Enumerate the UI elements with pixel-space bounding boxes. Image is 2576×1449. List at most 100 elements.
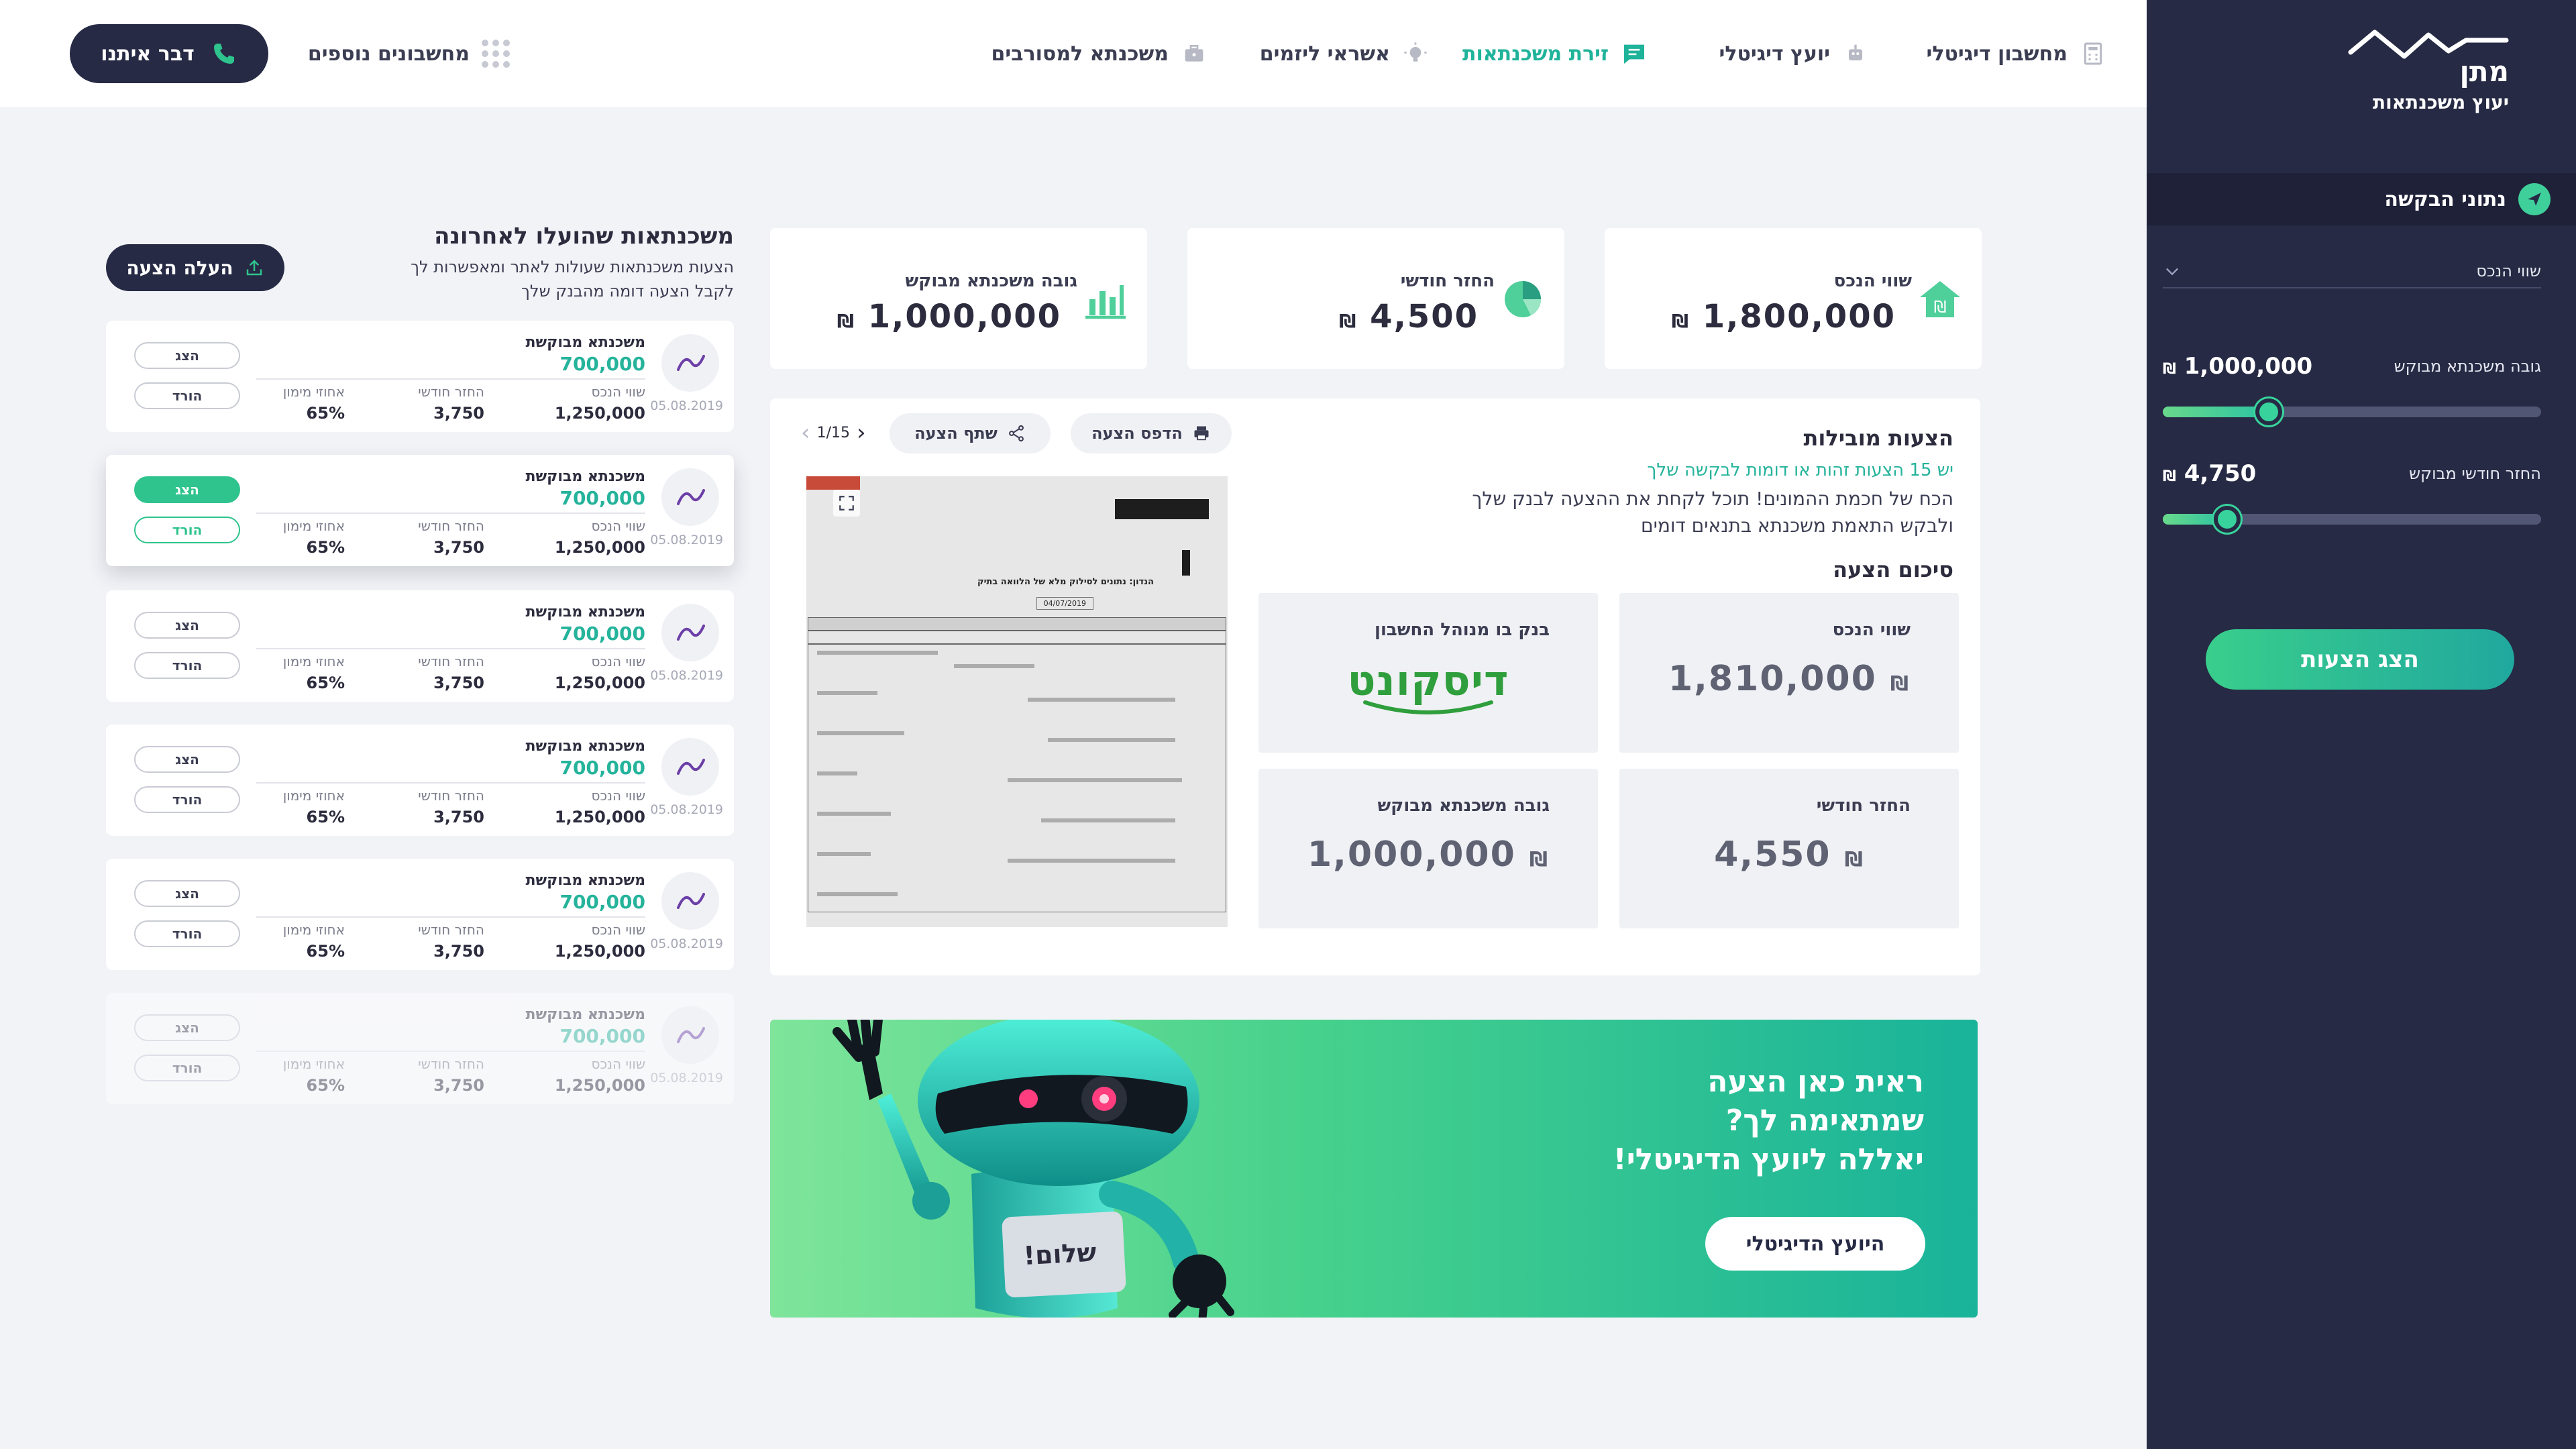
bank-logo-icon: [661, 604, 719, 661]
stat-label: החזר חודשי: [1400, 271, 1495, 291]
print-offer-button[interactable]: הדפס הצעה: [1071, 413, 1232, 453]
card-title: משכנתא מבוקשת: [525, 468, 645, 485]
offer-document-preview[interactable]: הנדון: נתונים לסילוק מלא של הלוואה בתיק …: [806, 476, 1228, 927]
nav-digital-calculator[interactable]: מחשבון דיגיטלי: [1927, 39, 2106, 68]
ltv-label: אחוזי מימון: [282, 788, 345, 804]
stat-card-monthly-payment: החזר חודשי 4,500 ₪: [1187, 228, 1564, 369]
property-value: 1,250,000: [554, 674, 645, 692]
summary-value: ₪ 4,550: [1714, 835, 1864, 875]
divider: [256, 378, 645, 380]
summary-bank: בנק בו מנוהל החשבון דיסקונט: [1258, 593, 1598, 753]
next-offer-button[interactable]: ›: [801, 421, 810, 444]
stat-card-property-value: ₪ שווי הנכס 1,800,000 ₪: [1605, 228, 1982, 369]
loan-slider-fill: [2163, 407, 2269, 417]
download-button[interactable]: הורד: [134, 920, 240, 947]
offer-summary-title: סיכום הצעה: [1833, 557, 1953, 582]
show-button[interactable]: הצג: [134, 1014, 240, 1041]
recent-mortgage-card[interactable]: 05.08.2019 משכנתא מבוקשת 700,000 שווי הנכס 1…: [106, 859, 734, 970]
card-amount: 700,000: [559, 1025, 645, 1047]
document-text-line: [817, 852, 871, 856]
summary-label: בנק בו מנוהל החשבון: [1375, 620, 1550, 640]
card-title: משכנתא מבוקשת: [525, 738, 645, 755]
digital-advisor-button[interactable]: היועץ הדיגיטלי: [1705, 1217, 1925, 1271]
top-offers-description: הכח של חכמת ההמונים! תוכל לקחת את ההצעה …: [1472, 488, 1953, 537]
document-table-header: [808, 617, 1226, 631]
download-button[interactable]: הורד: [134, 382, 240, 409]
show-button[interactable]: הצג: [134, 476, 240, 503]
monthly-value: 3,750: [433, 674, 484, 692]
download-button[interactable]: הורד: [134, 1055, 240, 1081]
nav-rejected-mortgage[interactable]: משכנתא למסורבים: [991, 39, 1208, 68]
top-offers-subtitle: יש 15 הצעות זהות או דומות לבקשה שלך: [1647, 460, 1953, 480]
brand-logo[interactable]: מתן יעוץ משכנתאות: [2348, 25, 2510, 113]
recent-mortgages-title: משכנתאות שהועלו לאחרונה: [434, 223, 734, 250]
upload-date: 05.08.2019: [650, 533, 723, 547]
monthly-value: 3,750: [433, 1076, 484, 1095]
brand-tagline: יעוץ משכנתאות: [2372, 91, 2509, 113]
loan-amount-slider[interactable]: [2163, 398, 2541, 425]
nav-mortgage-arena[interactable]: זירת משכנתאות: [1462, 39, 1648, 68]
show-button[interactable]: הצג: [134, 746, 240, 773]
monthly-payment-slider[interactable]: [2163, 506, 2541, 533]
document-redaction: [1115, 499, 1209, 519]
request-data-header: נתוני הבקשה: [2147, 173, 2576, 225]
summary-loan-amount: גובה משכנתא מבוקש ₪ 1,000,000: [1258, 769, 1598, 928]
offer-pager: ‹ 1/15 ›: [801, 421, 866, 444]
bank-logo-icon: [661, 738, 719, 796]
property-label: שווי הנכס: [591, 384, 645, 400]
show-offers-button[interactable]: הצג הצעות: [2206, 629, 2514, 690]
more-calculators-label: מחשבונים נוספים: [307, 42, 470, 66]
share-offer-button[interactable]: שתף הצעה: [890, 413, 1051, 453]
brand-name: מתן: [2459, 55, 2510, 88]
loan-slider-handle[interactable]: [2255, 398, 2282, 425]
document-text-line: [817, 771, 857, 775]
download-button[interactable]: הורד: [134, 652, 240, 679]
summary-property-value: שווי הנכס ₪ 1,810,000: [1619, 593, 1959, 753]
ltv-label: אחוזי מימון: [282, 922, 345, 938]
send-icon: [2518, 183, 2551, 215]
ltv-value: 65%: [306, 942, 345, 961]
more-calculators-link[interactable]: מחשבונים נוספים: [308, 39, 510, 68]
contact-us-button[interactable]: דבר איתנו: [70, 24, 268, 83]
stat-value: 1,800,000 ₪: [1671, 298, 1896, 335]
recent-mortgage-card[interactable]: 05.08.2019 משכנתא מבוקשת 700,000 שווי הנכס 1…: [106, 724, 734, 836]
nav-label: יועץ דיגיטלי: [1719, 42, 1830, 66]
property-value: 1,250,000: [554, 942, 645, 961]
expand-icon[interactable]: [833, 490, 860, 517]
upload-offer-button[interactable]: העלה הצעה: [106, 244, 284, 291]
show-button[interactable]: הצג: [134, 612, 240, 639]
stat-value: 4,500 ₪: [1339, 298, 1479, 335]
document-corner-mark: [806, 476, 860, 490]
show-button[interactable]: הצג: [134, 880, 240, 907]
summary-label: שווי הנכס: [1832, 620, 1911, 640]
document-text-line: [817, 812, 891, 816]
chevron-down-icon: [2166, 268, 2178, 276]
robot-screen-text: שלום!: [1023, 1237, 1097, 1271]
nav-digital-advisor[interactable]: יועץ דיגיטלי: [1719, 39, 1869, 68]
divider: [256, 648, 645, 649]
recent-mortgage-card[interactable]: 05.08.2019 משכנתא מבוקשת 700,000 שווי הנכס 1…: [106, 993, 734, 1104]
stat-card-loan-amount: גובה משכנתא מבוקש 1,000,000 ₪: [770, 228, 1147, 369]
document-text-line: [817, 651, 938, 655]
recent-mortgage-card[interactable]: 05.08.2019 משכנתא מבוקשת 700,000 שווי הנכס 1…: [106, 321, 734, 432]
monthly-label: החזר חודשי: [418, 384, 484, 400]
recent-mortgage-card[interactable]: 05.08.2019 משכנתא מבוקשת 700,000 שווי הנכס 1…: [106, 590, 734, 702]
nav-developer-credit[interactable]: אשראי ליזמים: [1260, 39, 1429, 68]
show-button[interactable]: הצג: [134, 342, 240, 369]
nav-label: מחשבון דיגיטלי: [1926, 42, 2068, 66]
bank-logo-icon: [661, 334, 719, 392]
property-value-select[interactable]: שווי הנכס: [2163, 255, 2541, 288]
download-button[interactable]: הורד: [134, 517, 240, 543]
monthly-slider-handle[interactable]: [2214, 506, 2241, 533]
download-button[interactable]: הורד: [134, 786, 240, 813]
printer-icon: [1194, 426, 1209, 441]
recent-mortgage-card[interactable]: 05.08.2019 משכנתא מבוקשת 700,000 שווי הנכס 1…: [106, 455, 734, 566]
phone-icon: [213, 44, 234, 64]
prev-offer-button[interactable]: ‹: [857, 421, 866, 444]
card-title: משכנתא מבוקשת: [525, 604, 645, 621]
pie-chart-icon: [1505, 281, 1541, 317]
monthly-label: החזר חודשי: [418, 922, 484, 938]
nav-label: זירת משכנתאות: [1462, 42, 1609, 66]
top-offers-panel: הצעות מובילות יש 15 הצעות זהות או דומות …: [770, 398, 1980, 975]
upload-date: 05.08.2019: [650, 1071, 723, 1085]
